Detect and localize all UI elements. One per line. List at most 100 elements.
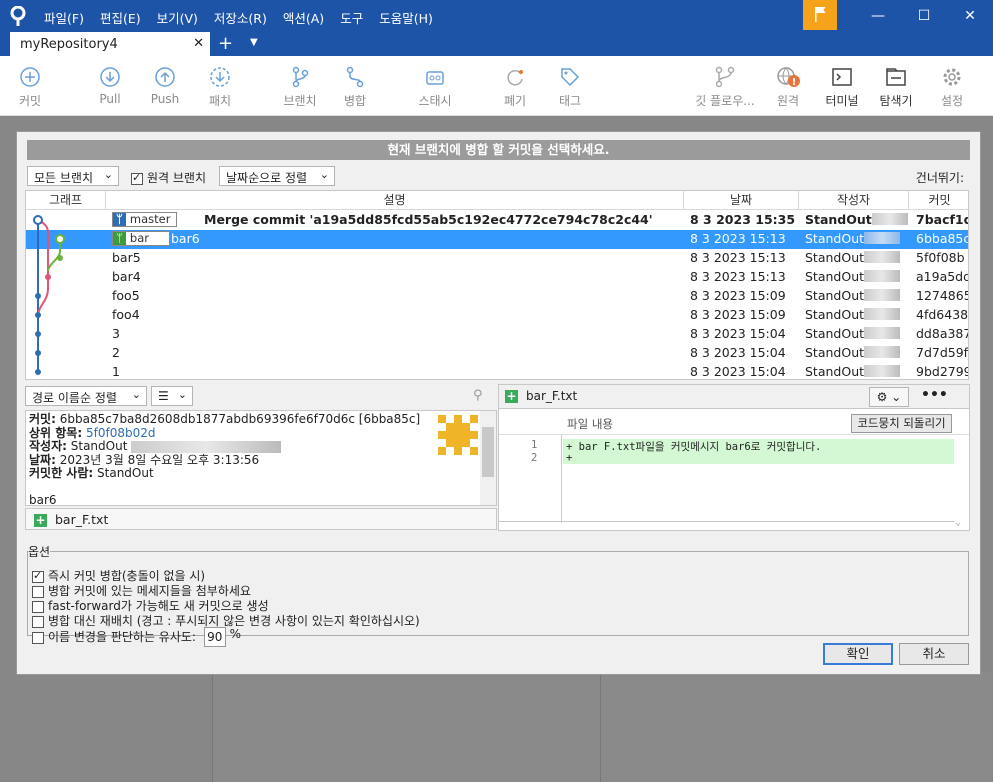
parent-link[interactable]: 5f0f08b02d <box>86 426 156 440</box>
notification-flag-button[interactable] <box>803 0 837 30</box>
diff-scroll-down-icon[interactable]: ⌄ <box>955 517 961 528</box>
commit-hash: 1274865 <box>916 288 969 303</box>
menu-help[interactable]: 도움말(H) <box>379 8 433 27</box>
menu-tools[interactable]: 도구 <box>340 8 363 27</box>
chevron-down-icon: ⌄ <box>103 168 113 181</box>
tab-dropdown-icon[interactable]: ▼ <box>250 37 258 48</box>
gitflow-button[interactable]: 깃 플로우... <box>690 66 760 109</box>
close-tab-icon[interactable]: ✕ <box>193 36 204 51</box>
close-window-button[interactable]: ✕ <box>947 0 993 32</box>
branch-button[interactable]: 브랜치 <box>270 66 330 109</box>
new-tab-button[interactable]: + <box>218 33 233 54</box>
ok-button[interactable]: 확인 <box>823 643 893 665</box>
fetch-icon <box>210 67 230 87</box>
repository-tab[interactable]: myRepository4 ✕ <box>10 32 210 56</box>
commit-date: 8 3 2023 15:04 <box>690 345 786 360</box>
merge-button[interactable]: 병합 <box>325 66 385 109</box>
menu-actions[interactable]: 액션(A) <box>283 8 324 27</box>
menu-view[interactable]: 보기(V) <box>157 8 198 27</box>
menu-edit[interactable]: 편집(E) <box>100 8 141 27</box>
diff-content: 파일 내용 코드뭉치 되돌리기 1 + bar_F.txt파일을 커밋메시지 b… <box>499 411 969 531</box>
commit-author: StandOut <box>805 231 901 246</box>
more-options-icon[interactable]: ••• <box>921 387 948 403</box>
diff-header: + bar_F.txt ⚙ ⌄ ••• <box>499 385 969 409</box>
commit-author: StandOut <box>805 364 901 379</box>
sort-select[interactable]: 날짜순으로 정렬 ⌄ <box>219 166 335 186</box>
commit-hash: 7d7d59f <box>916 345 969 360</box>
commit-description: 1 <box>112 364 120 379</box>
author-value: StandOut <box>70 439 128 453</box>
branch-icon: ᛘ <box>113 213 126 226</box>
diff-line: 2 + <box>499 452 954 465</box>
commit-button[interactable]: 커밋 <box>0 66 60 109</box>
checkbox-unchecked-icon <box>32 615 44 628</box>
title-bar: 파일(F) 편집(E) 보기(V) 저장소(R) 액션(A) 도구 도움말(H)… <box>0 0 993 32</box>
path-sort-select[interactable]: 경로 이름순 정렬 ⌄ <box>25 386 147 406</box>
commit-row[interactable]: foo5 8 3 2023 15:09 StandOut 1274865 <box>26 287 969 306</box>
commit-date: 8 3 2023 15:13 <box>690 250 786 265</box>
commit-date: 8 3 2023 15:09 <box>690 288 786 303</box>
fetch-button[interactable]: 패치 <box>190 66 250 109</box>
commit-row[interactable]: 3 8 3 2023 15:04 StandOut dd8a387 <box>26 325 968 344</box>
commit-description: bar4 <box>112 269 141 284</box>
commit-description: 2 <box>112 345 120 360</box>
revert-hunk-button[interactable]: 코드뭉치 되돌리기 <box>851 414 952 433</box>
commit-author: StandOut <box>805 326 901 341</box>
commit-row-selected[interactable]: ᛘ bar bar6 8 3 2023 15:13 StandOut 6bba85… <box>26 230 968 249</box>
redacted-email <box>864 270 901 282</box>
column-date[interactable]: 날짜 <box>684 191 799 210</box>
commit-hash: a19a5dd <box>916 269 969 284</box>
settings-button[interactable]: 설정 <box>922 66 982 109</box>
maximize-button[interactable]: ☐ <box>901 0 947 32</box>
commit-row[interactable]: bar4 8 3 2023 15:13 StandOut a19a5dd <box>26 268 969 287</box>
commit-row[interactable]: bar5 8 3 2023 15:13 StandOut 5f0f08b <box>26 249 968 268</box>
commit-author: StandOut <box>805 288 901 303</box>
similarity-input[interactable]: 90 <box>203 627 226 647</box>
column-graph[interactable]: 그래프 <box>26 191 106 210</box>
remote-branch-checkbox[interactable]: 원격 브랜치 <box>131 169 206 186</box>
diff-pane: + bar_F.txt ⚙ ⌄ ••• 파일 내용 코드뭉치 되돌리기 1 + b… <box>498 384 970 531</box>
pull-button[interactable]: Pull <box>80 66 140 106</box>
flag-icon <box>815 7 826 22</box>
diff-settings-button[interactable]: ⚙ ⌄ <box>869 387 909 407</box>
commit-author: StandOut <box>805 269 901 284</box>
commit-row[interactable]: ᛘ master Merge commit 'a19a5dd85fcd55ab5c… <box>26 211 969 230</box>
commit-hash: 7bacf1d <box>916 212 969 227</box>
column-commit[interactable]: 커밋 <box>909 191 968 210</box>
branch-filter-value: 모든 브랜치 <box>34 171 94 185</box>
diff-line: 1 + bar_F.txt파일을 커밋메시지 bar6로 커밋합니다. <box>499 439 954 454</box>
explorer-button[interactable]: 탐색기 <box>866 66 926 109</box>
file-list-item[interactable]: + bar_F.txt <box>25 508 497 530</box>
repository-tab-title: myRepository4 <box>20 37 118 52</box>
cancel-button[interactable]: 취소 <box>899 643 969 665</box>
branch-filter-select[interactable]: 모든 브랜치 ⌄ <box>27 166 119 186</box>
discard-button[interactable]: 폐기 <box>485 66 545 109</box>
column-author[interactable]: 작성자 <box>799 191 909 210</box>
remote-label: 원격 <box>776 94 800 108</box>
remote-globe-icon: ! <box>777 67 800 88</box>
diff-line-text: + <box>563 452 954 464</box>
column-description[interactable]: 설명 <box>106 191 684 210</box>
redacted-email <box>864 365 901 377</box>
menu-file[interactable]: 파일(F) <box>44 8 84 27</box>
remote-button[interactable]: ! 원격 <box>758 66 818 109</box>
commit-row[interactable]: 1 8 3 2023 15:04 StandOut 9bd2799 <box>26 363 969 379</box>
option-rename-similarity[interactable]: 이름 변경을 판단하는 유사도: 90 % <box>32 627 241 647</box>
tag-button[interactable]: 태그 <box>540 66 600 109</box>
commit-row[interactable]: foo4 8 3 2023 15:09 StandOut 4fd6438 <box>26 306 968 325</box>
stash-button[interactable]: 스태시 <box>405 66 465 109</box>
commit-date: 8 3 2023 15:04 <box>690 364 786 379</box>
menu-repository[interactable]: 저장소(R) <box>214 8 267 27</box>
commit-hash: 9bd2799 <box>916 364 969 379</box>
pull-icon <box>100 67 120 87</box>
parent-label: 상위 항목: <box>29 425 83 440</box>
terminal-button[interactable]: 터미널 <box>812 66 872 109</box>
view-mode-select[interactable]: ☰ ⌄ <box>151 386 193 406</box>
push-button[interactable]: Push <box>135 66 195 106</box>
commit-description: foo5 <box>112 288 140 303</box>
minimize-button[interactable]: — <box>855 0 901 32</box>
details-scrollbar[interactable] <box>480 411 496 505</box>
search-icon[interactable]: ⚲ <box>473 388 483 403</box>
commit-row[interactable]: 2 8 3 2023 15:04 StandOut 7d7d59f <box>26 344 969 363</box>
branch-label: 브랜치 <box>283 94 317 108</box>
